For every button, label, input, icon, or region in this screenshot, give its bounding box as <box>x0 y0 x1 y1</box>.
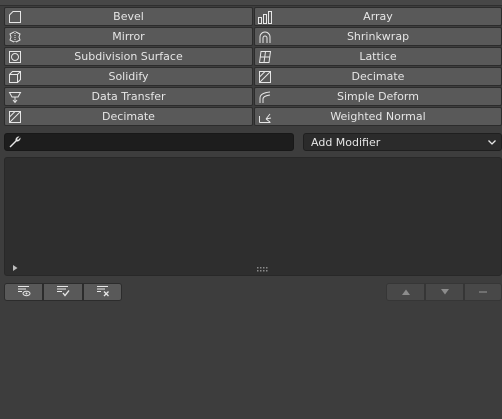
array-button[interactable]: Array <box>254 7 502 26</box>
modifier-row: Mirror Shrinkwrap <box>4 27 502 47</box>
modifier-label: Decimate <box>102 110 155 123</box>
modifier-row: Solidify Decimate <box>4 67 502 87</box>
modifier-label: Shrinkwrap <box>346 30 410 43</box>
decimate-button[interactable]: Decimate <box>254 67 502 86</box>
modifier-row: Subdivision Surface Lattice <box>4 47 502 67</box>
bevel-button[interactable]: Bevel <box>4 7 253 26</box>
modifier-row: Bevel Array <box>4 7 502 27</box>
remove-icon <box>478 286 488 299</box>
modifier-row: Decimate Weighted Normal <box>4 107 502 127</box>
wrench-icon <box>8 135 22 149</box>
subdivision-surface-button[interactable]: Subdivision Surface <box>4 47 253 66</box>
modifier-label: Decimate <box>351 70 405 83</box>
modifier-label: Mirror <box>112 30 145 43</box>
modifier-label: Lattice <box>359 50 397 63</box>
move-up-icon <box>401 286 411 299</box>
solidify-button[interactable]: Solidify <box>4 67 253 86</box>
weighted-normal-button[interactable]: Weighted Normal <box>254 107 502 126</box>
expand-arrow-icon[interactable] <box>11 262 19 271</box>
add-modifier-label: Add Modifier <box>311 135 381 149</box>
simple-deform-button[interactable]: Simple Deform <box>254 87 502 106</box>
modifier-grid: Bevel Array Mirror Shrinkwrap Subdivisio… <box>4 7 502 127</box>
modifier-label: Subdivision Surface <box>74 50 183 63</box>
move-up-button[interactable] <box>386 283 425 301</box>
data-transfer-button[interactable]: Data Transfer <box>4 87 253 106</box>
decimate-icon <box>8 110 22 124</box>
data-transfer-icon <box>8 90 22 104</box>
lattice-button[interactable]: Lattice <box>254 47 502 66</box>
shrinkwrap-icon <box>258 30 272 44</box>
modifier-label: Bevel <box>113 10 144 23</box>
mirror-button[interactable]: Mirror <box>4 27 253 46</box>
top-edge <box>0 0 502 6</box>
modifier-row: Data Transfer Simple Deform <box>4 87 502 107</box>
decimate-icon <box>258 70 272 84</box>
deselect-all-icon <box>96 285 110 300</box>
select-all-button[interactable] <box>43 283 83 301</box>
modifier-label: Solidify <box>108 70 149 83</box>
solidify-icon <box>8 70 22 84</box>
deselect-all-button[interactable] <box>83 283 122 301</box>
modifier-label: Weighted Normal <box>330 110 426 123</box>
filter-visibility-icon <box>17 285 31 300</box>
modifier-label: Array <box>363 10 393 23</box>
shrinkwrap-button[interactable]: Shrinkwrap <box>254 27 502 46</box>
lattice-icon <box>258 50 272 64</box>
resize-grip-icon[interactable] <box>257 263 269 272</box>
remove-button[interactable] <box>464 283 502 301</box>
filter-visibility-button[interactable] <box>4 283 43 301</box>
simple-deform-icon <box>258 90 272 104</box>
select-all-icon <box>56 285 70 300</box>
mirror-icon <box>8 30 22 44</box>
modifier-list-panel[interactable] <box>4 157 502 276</box>
array-icon <box>258 10 272 24</box>
move-down-button[interactable] <box>425 283 464 301</box>
move-down-icon <box>440 286 450 299</box>
bevel-icon <box>8 10 22 24</box>
decimate-button[interactable]: Decimate <box>4 107 253 126</box>
modifier-label: Simple Deform <box>337 90 419 103</box>
modifier-name-field[interactable] <box>4 133 294 151</box>
weighted-normal-icon <box>258 110 272 124</box>
modifier-label: Data Transfer <box>91 90 166 103</box>
add-modifier-dropdown[interactable]: Add Modifier <box>303 133 502 151</box>
chevron-down-icon <box>487 137 497 147</box>
subdivision-icon <box>8 50 22 64</box>
